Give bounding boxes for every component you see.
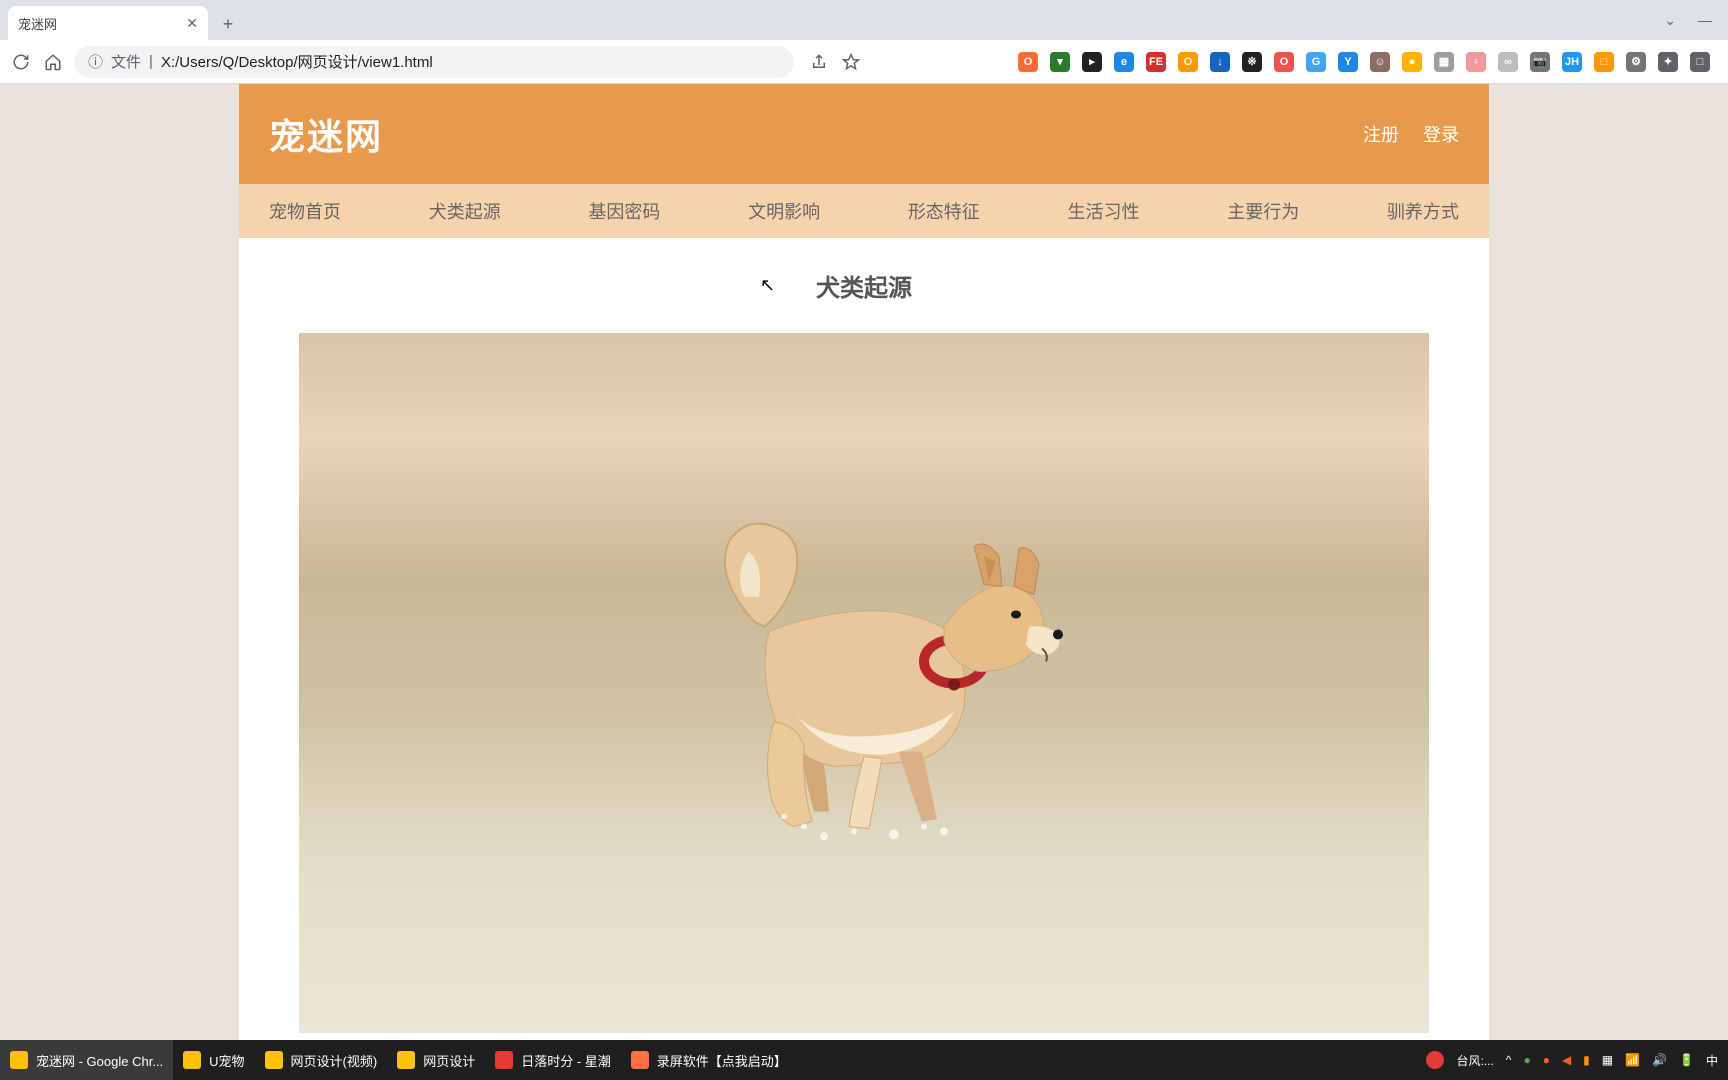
site-header: 宠迷网 注册 登录: [239, 84, 1489, 184]
system-tray: 台风:... ^ ● ● ◀ ▮ ▦ 📶 🔊 🔋 中: [1426, 1051, 1728, 1069]
ime-indicator[interactable]: 中: [1706, 1052, 1718, 1069]
extension-icon[interactable]: ▾: [1050, 52, 1070, 72]
reload-button[interactable]: [10, 51, 32, 73]
tray-dot-icon[interactable]: ●: [1543, 1053, 1550, 1067]
taskbar: 宠迷网 - Google Chr... U宠物 网页设计(视频) 网页设计 日落时分 -…: [0, 1040, 1728, 1080]
nav-item-6[interactable]: 主要行为: [1227, 198, 1299, 224]
wechat-icon[interactable]: ●: [1523, 1053, 1530, 1067]
nav-item-4[interactable]: 形态特征: [908, 198, 980, 224]
extension-icon[interactable]: e: [1114, 52, 1134, 72]
extension-icon[interactable]: ●: [1402, 52, 1422, 72]
taskbar-item-label: 日落时分 - 星潮: [521, 1051, 611, 1070]
auth-links: 注册 登录: [1363, 121, 1459, 147]
extension-icon[interactable]: □: [1594, 52, 1614, 72]
extension-row: O▾▸eFEO↓※OGY☺●▦♀∞📷JH□⚙✦□: [1018, 52, 1718, 72]
qr-icon[interactable]: ▦: [1602, 1053, 1613, 1067]
taskbar-item-icon: [183, 1051, 201, 1069]
address-bar[interactable]: ⓘ 文件 | X:/Users/Q/Desktop/网页设计/view1.htm…: [74, 46, 794, 78]
extension-icon[interactable]: 📷: [1530, 52, 1550, 72]
taskbar-item[interactable]: 网页设计: [387, 1040, 485, 1080]
share-icon[interactable]: [808, 51, 830, 73]
extension-icon[interactable]: O: [1274, 52, 1294, 72]
viewport: 宠迷网 注册 登录 宠物首页犬类起源基因密码文明影响形态特征生活习性主要行为驯养…: [0, 84, 1728, 1040]
extension-icon[interactable]: Y: [1338, 52, 1358, 72]
url-text: X:/Users/Q/Desktop/网页设计/view1.html: [161, 51, 433, 72]
bookmark-icon[interactable]: [840, 51, 862, 73]
window-controls: ⌄ —: [1664, 0, 1728, 40]
tab-strip: 宠迷网 ✕ + ⌄ —: [0, 0, 1728, 40]
browser-toolbar: ⓘ 文件 | X:/Users/Q/Desktop/网页设计/view1.htm…: [0, 40, 1728, 84]
wifi-icon[interactable]: 📶: [1625, 1053, 1640, 1067]
tab-title: 宠迷网: [18, 14, 57, 33]
taskbar-item-label: 录屏软件【点我启动】: [657, 1051, 787, 1070]
taskbar-item-label: 网页设计(视频): [291, 1051, 378, 1070]
nav-item-1[interactable]: 犬类起源: [429, 198, 501, 224]
extension-icon[interactable]: ✦: [1658, 52, 1678, 72]
taskbar-item[interactable]: 宠迷网 - Google Chr...: [0, 1040, 173, 1080]
nav-item-3[interactable]: 文明影响: [748, 198, 820, 224]
extension-icon[interactable]: O: [1178, 52, 1198, 72]
page-body: 宠迷网 注册 登录 宠物首页犬类起源基因密码文明影响形态特征生活习性主要行为驯养…: [239, 84, 1489, 1040]
extension-icon[interactable]: ∞: [1498, 52, 1518, 72]
url-prefix: 文件: [111, 51, 141, 72]
extension-icon[interactable]: □: [1690, 52, 1710, 72]
dog-illustration: [654, 477, 1074, 862]
taskbar-item-icon: [631, 1051, 649, 1069]
taskbar-item-label: U宠物: [209, 1051, 244, 1070]
taskbar-item-label: 网页设计: [423, 1051, 475, 1070]
extension-icon[interactable]: ▦: [1434, 52, 1454, 72]
site-nav: 宠物首页 犬类起源 基因密码 文明影响 形态特征 生活习性 主要行为 驯养方式: [239, 184, 1489, 238]
taskbar-item-label: 宠迷网 - Google Chr...: [36, 1051, 163, 1070]
weather-text[interactable]: 台风:...: [1456, 1052, 1493, 1069]
taskbar-item-icon: [265, 1051, 283, 1069]
minimize-icon[interactable]: —: [1698, 12, 1712, 28]
taskbar-item-icon: [10, 1051, 28, 1069]
extension-icon[interactable]: ⚙: [1626, 52, 1646, 72]
tray-icon[interactable]: [1426, 1051, 1444, 1069]
register-link[interactable]: 注册: [1363, 121, 1399, 147]
battery-icon[interactable]: 🔋: [1679, 1053, 1694, 1067]
info-icon: ⓘ: [88, 51, 103, 72]
new-tab-button[interactable]: +: [214, 10, 242, 38]
taskbar-item[interactable]: 日落时分 - 星潮: [485, 1040, 621, 1080]
extension-icon[interactable]: ▸: [1082, 52, 1102, 72]
taskbar-item[interactable]: 录屏软件【点我启动】: [621, 1040, 797, 1080]
taskbar-item[interactable]: 网页设计(视频): [255, 1040, 388, 1080]
extension-icon[interactable]: G: [1306, 52, 1326, 72]
volume-icon[interactable]: 🔊: [1652, 1053, 1667, 1067]
extension-icon[interactable]: FE: [1146, 52, 1166, 72]
tray-app-icon[interactable]: ▮: [1583, 1053, 1590, 1067]
extension-icon[interactable]: O: [1018, 52, 1038, 72]
browser-tab[interactable]: 宠迷网 ✕: [8, 6, 208, 40]
extension-icon[interactable]: ※: [1242, 52, 1262, 72]
chevron-down-icon[interactable]: ⌄: [1664, 12, 1676, 29]
taskbar-item-icon: [495, 1051, 513, 1069]
nav-item-5[interactable]: 生活习性: [1068, 198, 1140, 224]
extension-icon[interactable]: ↓: [1210, 52, 1230, 72]
extension-icon[interactable]: ♀: [1466, 52, 1486, 72]
extension-icon[interactable]: ☺: [1370, 52, 1390, 72]
site-title: 宠迷网: [269, 108, 383, 160]
login-link[interactable]: 登录: [1423, 121, 1459, 147]
taskbar-item[interactable]: U宠物: [173, 1040, 254, 1080]
tray-arrow-icon[interactable]: ◀: [1562, 1053, 1571, 1067]
nav-item-2[interactable]: 基因密码: [588, 198, 660, 224]
home-button[interactable]: [42, 51, 64, 73]
content: 犬类起源: [239, 238, 1489, 1040]
tray-chevron-icon[interactable]: ^: [1506, 1053, 1512, 1067]
taskbar-item-icon: [397, 1051, 415, 1069]
page-heading: 犬类起源: [299, 268, 1429, 303]
nav-item-0[interactable]: 宠物首页: [269, 198, 341, 224]
nav-item-7[interactable]: 驯养方式: [1387, 198, 1459, 224]
extension-icon[interactable]: JH: [1562, 52, 1582, 72]
hero-image: [299, 333, 1429, 1033]
close-tab-icon[interactable]: ✕: [186, 15, 198, 32]
